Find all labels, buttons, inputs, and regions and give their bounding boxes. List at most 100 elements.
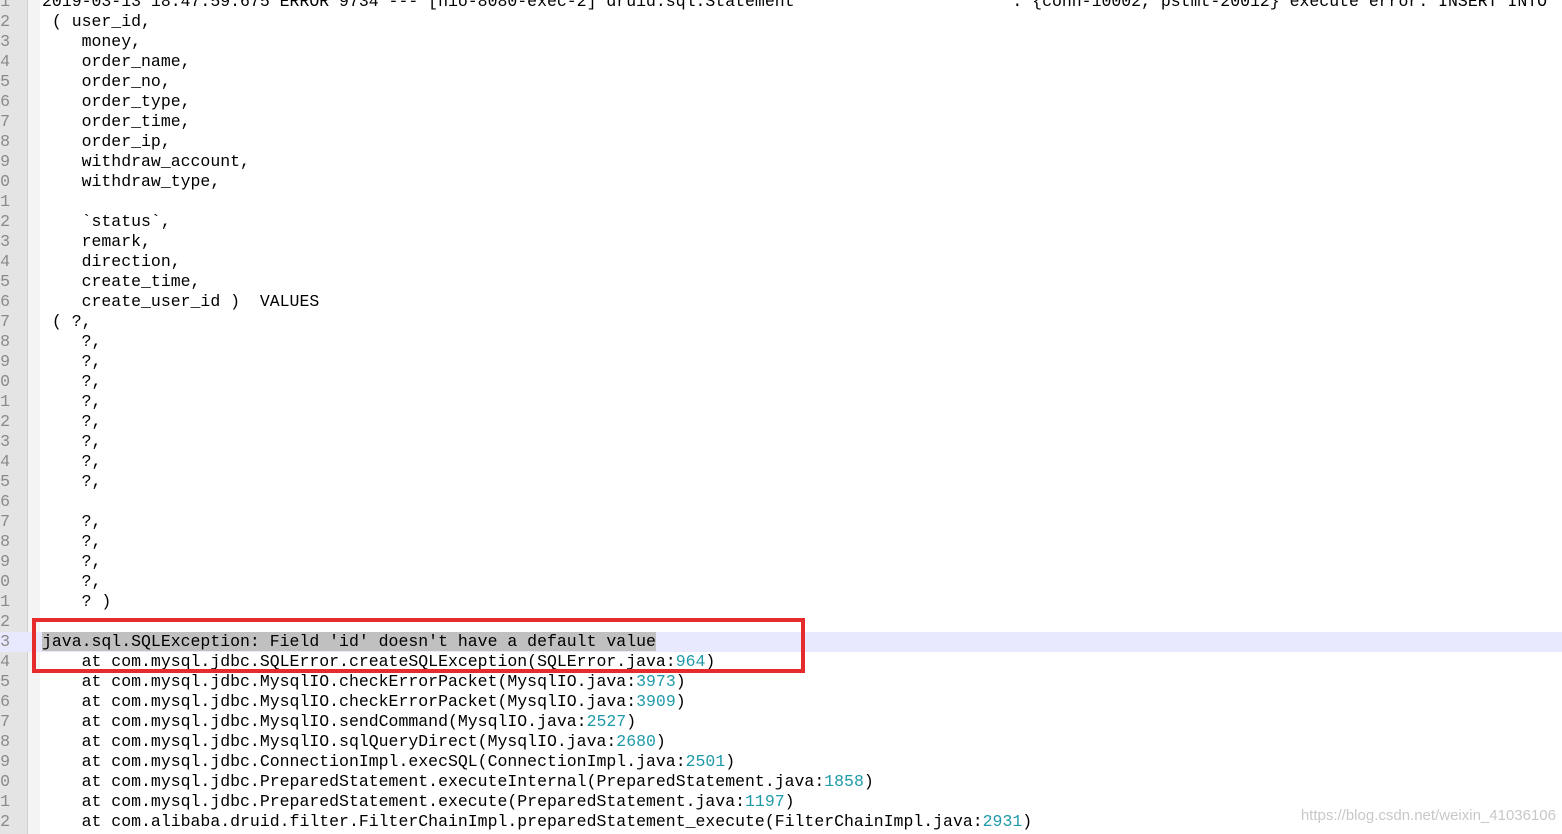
code-line[interactable]: 7 ?, — [0, 512, 1562, 532]
line-number: 0 — [0, 172, 10, 191]
line-text: create_user_id ) VALUES — [42, 292, 320, 311]
line-number: 0 — [0, 372, 10, 391]
code-line[interactable]: 5 create_time, — [0, 272, 1562, 292]
line-text: ( user_id, — [42, 12, 151, 31]
code-line[interactable]: 5 order_no, — [0, 72, 1562, 92]
line-number: 7 — [0, 712, 10, 731]
code-line[interactable]: 9 withdraw_account, — [0, 152, 1562, 172]
line-text: ? ) — [42, 592, 112, 611]
line-number: 0 — [0, 572, 10, 591]
code-line[interactable]: 4 ?, — [0, 452, 1562, 472]
code-line[interactable]: 9 ?, — [0, 352, 1562, 372]
code-line[interactable]: 2 `status`, — [0, 212, 1562, 232]
code-line[interactable]: 8 ?, — [0, 332, 1562, 352]
code-line[interactable]: 3 java.sql.SQLException: Field 'id' doesn… — [0, 632, 1562, 652]
line-number: 4 — [0, 52, 10, 71]
line-number: 3 — [0, 32, 10, 51]
code-line[interactable]: 1 2019-03-13 18:47:59.675 ERROR 9734 --- … — [0, 0, 1562, 12]
line-number: 2 — [0, 412, 10, 431]
line-number: 6 — [0, 92, 10, 111]
line-text: at com.mysql.jdbc.MysqlIO.sendCommand(My… — [42, 712, 637, 731]
text-editor[interactable]: 1 2019-03-13 18:47:59.675 ERROR 9734 --- … — [0, 0, 1562, 834]
code-line[interactable]: 6 order_type, — [0, 92, 1562, 112]
line-text: java.sql.SQLException: Field 'id' doesn'… — [42, 632, 656, 652]
line-number: 1 — [0, 192, 10, 211]
line-text: ?, — [42, 332, 102, 351]
code-line[interactable]: 7 at com.mysql.jdbc.MysqlIO.sendCommand(… — [0, 712, 1562, 732]
line-text: money, — [42, 32, 142, 51]
code-line[interactable]: 5 ?, — [0, 472, 1562, 492]
code-line[interactable]: 3 remark, — [0, 232, 1562, 252]
line-number: 3 — [0, 432, 10, 451]
code-line[interactable]: 8 order_ip, — [0, 132, 1562, 152]
code-line[interactable]: 1 ? ) — [0, 592, 1562, 612]
line-number: 9 — [0, 352, 10, 371]
code-line[interactable]: 1 ?, — [0, 392, 1562, 412]
watermark: https://blog.csdn.net/weixin_41036106 — [1300, 807, 1556, 824]
code-line[interactable]: 3 money, — [0, 32, 1562, 52]
line-text: order_name, — [42, 52, 191, 71]
code-line[interactable]: 2 ( user_id, — [0, 12, 1562, 32]
code-lines[interactable]: 1 2019-03-13 18:47:59.675 ERROR 9734 --- … — [0, 0, 1562, 832]
code-line[interactable]: 0 withdraw_type, — [0, 172, 1562, 192]
code-line[interactable]: 6 at com.mysql.jdbc.MysqlIO.checkErrorPa… — [0, 692, 1562, 712]
line-number: 9 — [0, 552, 10, 571]
line-text: remark, — [42, 232, 151, 251]
line-text: ?, — [42, 512, 102, 531]
code-line[interactable]: 8 ?, — [0, 532, 1562, 552]
line-number: 2 — [0, 212, 10, 231]
line-text: order_type, — [42, 92, 191, 111]
code-line[interactable]: 5 at com.mysql.jdbc.MysqlIO.checkErrorPa… — [0, 672, 1562, 692]
line-number: 5 — [0, 72, 10, 91]
code-line[interactable]: 9 ?, — [0, 552, 1562, 572]
code-line[interactable]: 4 direction, — [0, 252, 1562, 272]
line-number: 1 — [0, 792, 10, 811]
code-line[interactable]: 3 ?, — [0, 432, 1562, 452]
line-text: ?, — [42, 432, 102, 451]
code-line[interactable]: 0 at com.mysql.jdbc.PreparedStatement.ex… — [0, 772, 1562, 792]
code-line[interactable]: 0 ?, — [0, 572, 1562, 592]
line-text: ?, — [42, 372, 102, 391]
code-line[interactable]: 2 — [0, 612, 1562, 632]
line-text: 2019-03-13 18:47:59.675 ERROR 9734 --- [… — [42, 0, 1548, 11]
line-number: 4 — [0, 452, 10, 471]
line-text: at com.mysql.jdbc.MysqlIO.checkErrorPack… — [42, 672, 686, 691]
code-line[interactable]: 4 at com.mysql.jdbc.SQLError.createSQLEx… — [0, 652, 1562, 672]
line-text: at com.mysql.jdbc.PreparedStatement.exec… — [42, 772, 874, 791]
line-text: at com.mysql.jdbc.PreparedStatement.exec… — [42, 792, 795, 811]
line-number: 2 — [0, 12, 10, 31]
line-number: 6 — [0, 692, 10, 711]
line-number: 6 — [0, 492, 10, 511]
line-text: at com.mysql.jdbc.MysqlIO.sqlQueryDirect… — [42, 732, 666, 751]
line-number: 2 — [0, 812, 10, 831]
line-text: ?, — [42, 392, 102, 411]
line-text: withdraw_type, — [42, 172, 221, 191]
line-number: 5 — [0, 672, 10, 691]
code-line[interactable]: 9 at com.mysql.jdbc.ConnectionImpl.execS… — [0, 752, 1562, 772]
line-number: 9 — [0, 152, 10, 171]
line-text: `status`, — [42, 212, 171, 231]
line-number: 7 — [0, 512, 10, 531]
code-line[interactable]: 1 — [0, 192, 1562, 212]
line-number: 3 — [0, 632, 10, 651]
line-number: 4 — [0, 652, 10, 671]
line-number: 1 — [0, 592, 10, 611]
line-number: 5 — [0, 272, 10, 291]
code-line[interactable]: 2 ?, — [0, 412, 1562, 432]
code-line[interactable]: 8 at com.mysql.jdbc.MysqlIO.sqlQueryDire… — [0, 732, 1562, 752]
text-selection: java.sql.SQLException: Field 'id' doesn'… — [42, 632, 656, 651]
line-number: 1 — [0, 392, 10, 411]
line-text: at com.mysql.jdbc.ConnectionImpl.execSQL… — [42, 752, 736, 771]
line-text: at com.mysql.jdbc.MysqlIO.checkErrorPack… — [42, 692, 686, 711]
code-line[interactable]: 6 — [0, 492, 1562, 512]
line-text: order_ip, — [42, 132, 171, 151]
code-line[interactable]: 7 ( ?, — [0, 312, 1562, 332]
line-number: 9 — [0, 752, 10, 771]
line-number: 8 — [0, 732, 10, 751]
code-line[interactable]: 7 order_time, — [0, 112, 1562, 132]
line-text: ?, — [42, 452, 102, 471]
code-line[interactable]: 0 ?, — [0, 372, 1562, 392]
code-line[interactable]: 4 order_name, — [0, 52, 1562, 72]
code-line[interactable]: 6 create_user_id ) VALUES — [0, 292, 1562, 312]
line-text: ?, — [42, 572, 102, 591]
